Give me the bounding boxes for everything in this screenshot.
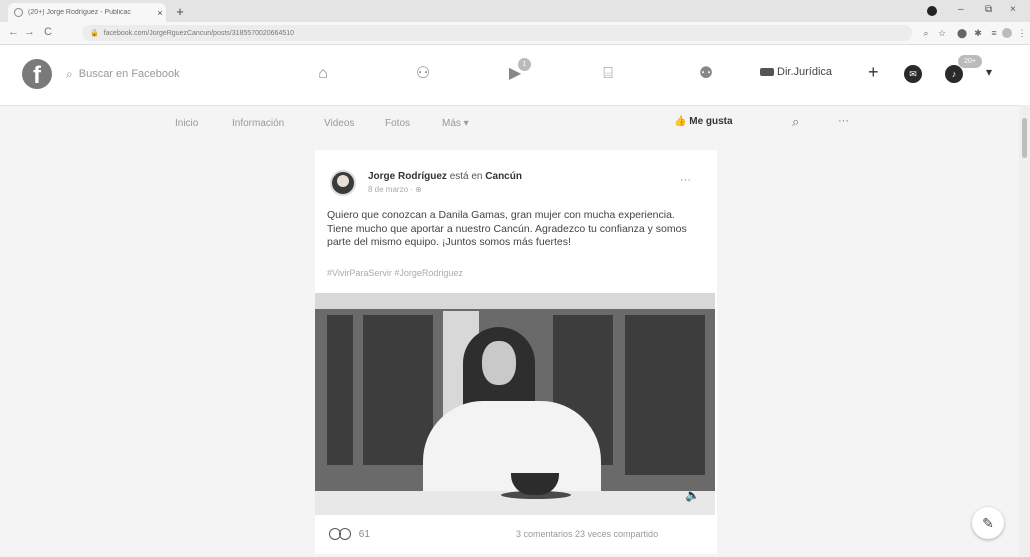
post-date[interactable]: 8 de marzo · [368, 185, 415, 194]
author-avatar[interactable] [330, 170, 356, 196]
page-like-button[interactable]: 👍 Me gusta [674, 116, 733, 127]
home-icon[interactable]: ⌂ [310, 61, 336, 87]
marketplace-icon[interactable]: ⌸ [595, 61, 621, 87]
maximize-button[interactable]: ⧉ [985, 4, 992, 15]
browser-tab-strip: (20+) Jorge Rodríguez - Publicac × + – ⧉… [0, 0, 1030, 22]
facebook-header: f ⌕ Buscar en Facebook ⌂ ⚇ ▶ 1 ⌸ ⚉ Dir.J… [0, 45, 1030, 106]
bookmark-star-icon[interactable]: ☆ [936, 27, 948, 39]
like-label: Me gusta [689, 116, 733, 127]
love-reaction-icon [339, 528, 351, 540]
globe-icon: ⊕ [415, 185, 422, 194]
tab-title: (20+) Jorge Rodríguez - Publicac [28, 9, 131, 16]
post-meta: 8 de marzo · ⊕ [368, 185, 422, 194]
page-tab-mas[interactable]: Más ▾ [442, 118, 469, 129]
comments-shares-count[interactable]: 3 comentarios 23 veces compartido [516, 529, 658, 539]
menu-kebab-icon[interactable]: ⋮ [1016, 27, 1028, 39]
thumbs-up-icon: 👍 [674, 116, 687, 127]
location-prefix: está en [449, 171, 483, 182]
search-icon[interactable]: ⌕ [920, 27, 932, 39]
browser-toolbar: ← → C 🔒 facebook.com/JorgeRguezCancun/po… [0, 22, 1030, 45]
video-window-center-left [363, 315, 433, 465]
new-message-compose-icon[interactable]: ✎ [972, 507, 1004, 539]
video-ceiling [315, 293, 715, 309]
back-button[interactable]: ← [8, 26, 19, 38]
page-nav: Inicio Información Videos Fotos Más ▾ 👍 … [0, 106, 1030, 142]
scrollbar-track[interactable] [1019, 105, 1030, 557]
post-reactions[interactable]: 61 [329, 528, 370, 540]
reading-list-icon[interactable]: ≡ [988, 27, 1000, 39]
post-video[interactable]: 🔈 [315, 293, 715, 515]
post-location[interactable]: Cancún [485, 171, 522, 182]
new-tab-button[interactable]: + [172, 5, 188, 19]
groups-icon[interactable]: ⚉ [693, 61, 719, 87]
page-search-icon[interactable]: ⌕ [792, 114, 799, 130]
url-text: facebook.com/JorgeRguezCancun/posts/3185… [103, 29, 295, 37]
messenger-icon[interactable]: ✉ [904, 65, 922, 83]
extension-icon[interactable]: ⬤ [956, 27, 968, 39]
video-window-left [327, 315, 353, 465]
forward-button[interactable]: → [24, 26, 35, 38]
account-switcher[interactable]: Dir.Jurídica [760, 66, 832, 78]
notifications-badge: 20+ [958, 55, 982, 68]
create-button[interactable]: + [868, 62, 879, 83]
friends-icon[interactable]: ⚇ [410, 61, 436, 87]
volume-icon[interactable]: 🔈 [685, 488, 700, 502]
page-more-button[interactable]: ··· [838, 115, 849, 127]
browser-tab[interactable]: (20+) Jorge Rodríguez - Publicac × [8, 3, 166, 22]
post-text: Quiero que conozcan a Danila Gamas, gran… [327, 209, 687, 248]
video-person-face [482, 341, 516, 385]
scrollbar-thumb[interactable] [1022, 118, 1027, 158]
watch-badge: 1 [518, 58, 531, 71]
profile-dot-icon[interactable] [927, 6, 937, 16]
reload-button[interactable]: C [44, 26, 52, 38]
lock-icon: 🔒 [90, 30, 99, 37]
post-card: Jorge Rodríguez está en Cancún 8 de marz… [315, 150, 717, 554]
page-tab-informacion[interactable]: Información [232, 118, 284, 129]
facebook-logo-icon[interactable]: f [22, 59, 52, 89]
post-hashtags[interactable]: #VivirParaServir #JorgeRodriguez [327, 268, 463, 278]
reactions-count: 61 [358, 528, 370, 540]
notifications-icon[interactable]: ♪ [945, 65, 963, 83]
post-author[interactable]: Jorge Rodríguez [368, 171, 447, 182]
tab-close-icon[interactable]: × [154, 8, 166, 18]
search-placeholder: Buscar en Facebook [78, 68, 180, 80]
puzzle-icon[interactable]: ✱ [972, 27, 984, 39]
post-options-button[interactable]: ··· [680, 174, 691, 186]
account-name: Dir.Jurídica [777, 66, 833, 78]
address-bar[interactable]: 🔒 facebook.com/JorgeRguezCancun/posts/31… [82, 25, 912, 41]
post-author-line: Jorge Rodríguez está en Cancún [368, 171, 522, 182]
search-icon: ⌕ [66, 66, 73, 81]
page-tab-fotos[interactable]: Fotos [385, 118, 410, 129]
minimize-button[interactable]: – [958, 4, 964, 15]
facebook-search-input[interactable]: ⌕ Buscar en Facebook [66, 61, 266, 87]
account-avatar-icon [760, 68, 774, 77]
profile-avatar-icon[interactable] [1002, 28, 1012, 38]
page-tab-videos[interactable]: Videos [324, 118, 354, 129]
close-window-button[interactable]: × [1010, 4, 1016, 15]
account-menu-chevron-down-icon[interactable]: ▾ [986, 65, 992, 79]
page-tab-inicio[interactable]: Inicio [175, 118, 198, 129]
video-window-right [625, 315, 705, 475]
tab-favicon-icon [14, 8, 23, 17]
